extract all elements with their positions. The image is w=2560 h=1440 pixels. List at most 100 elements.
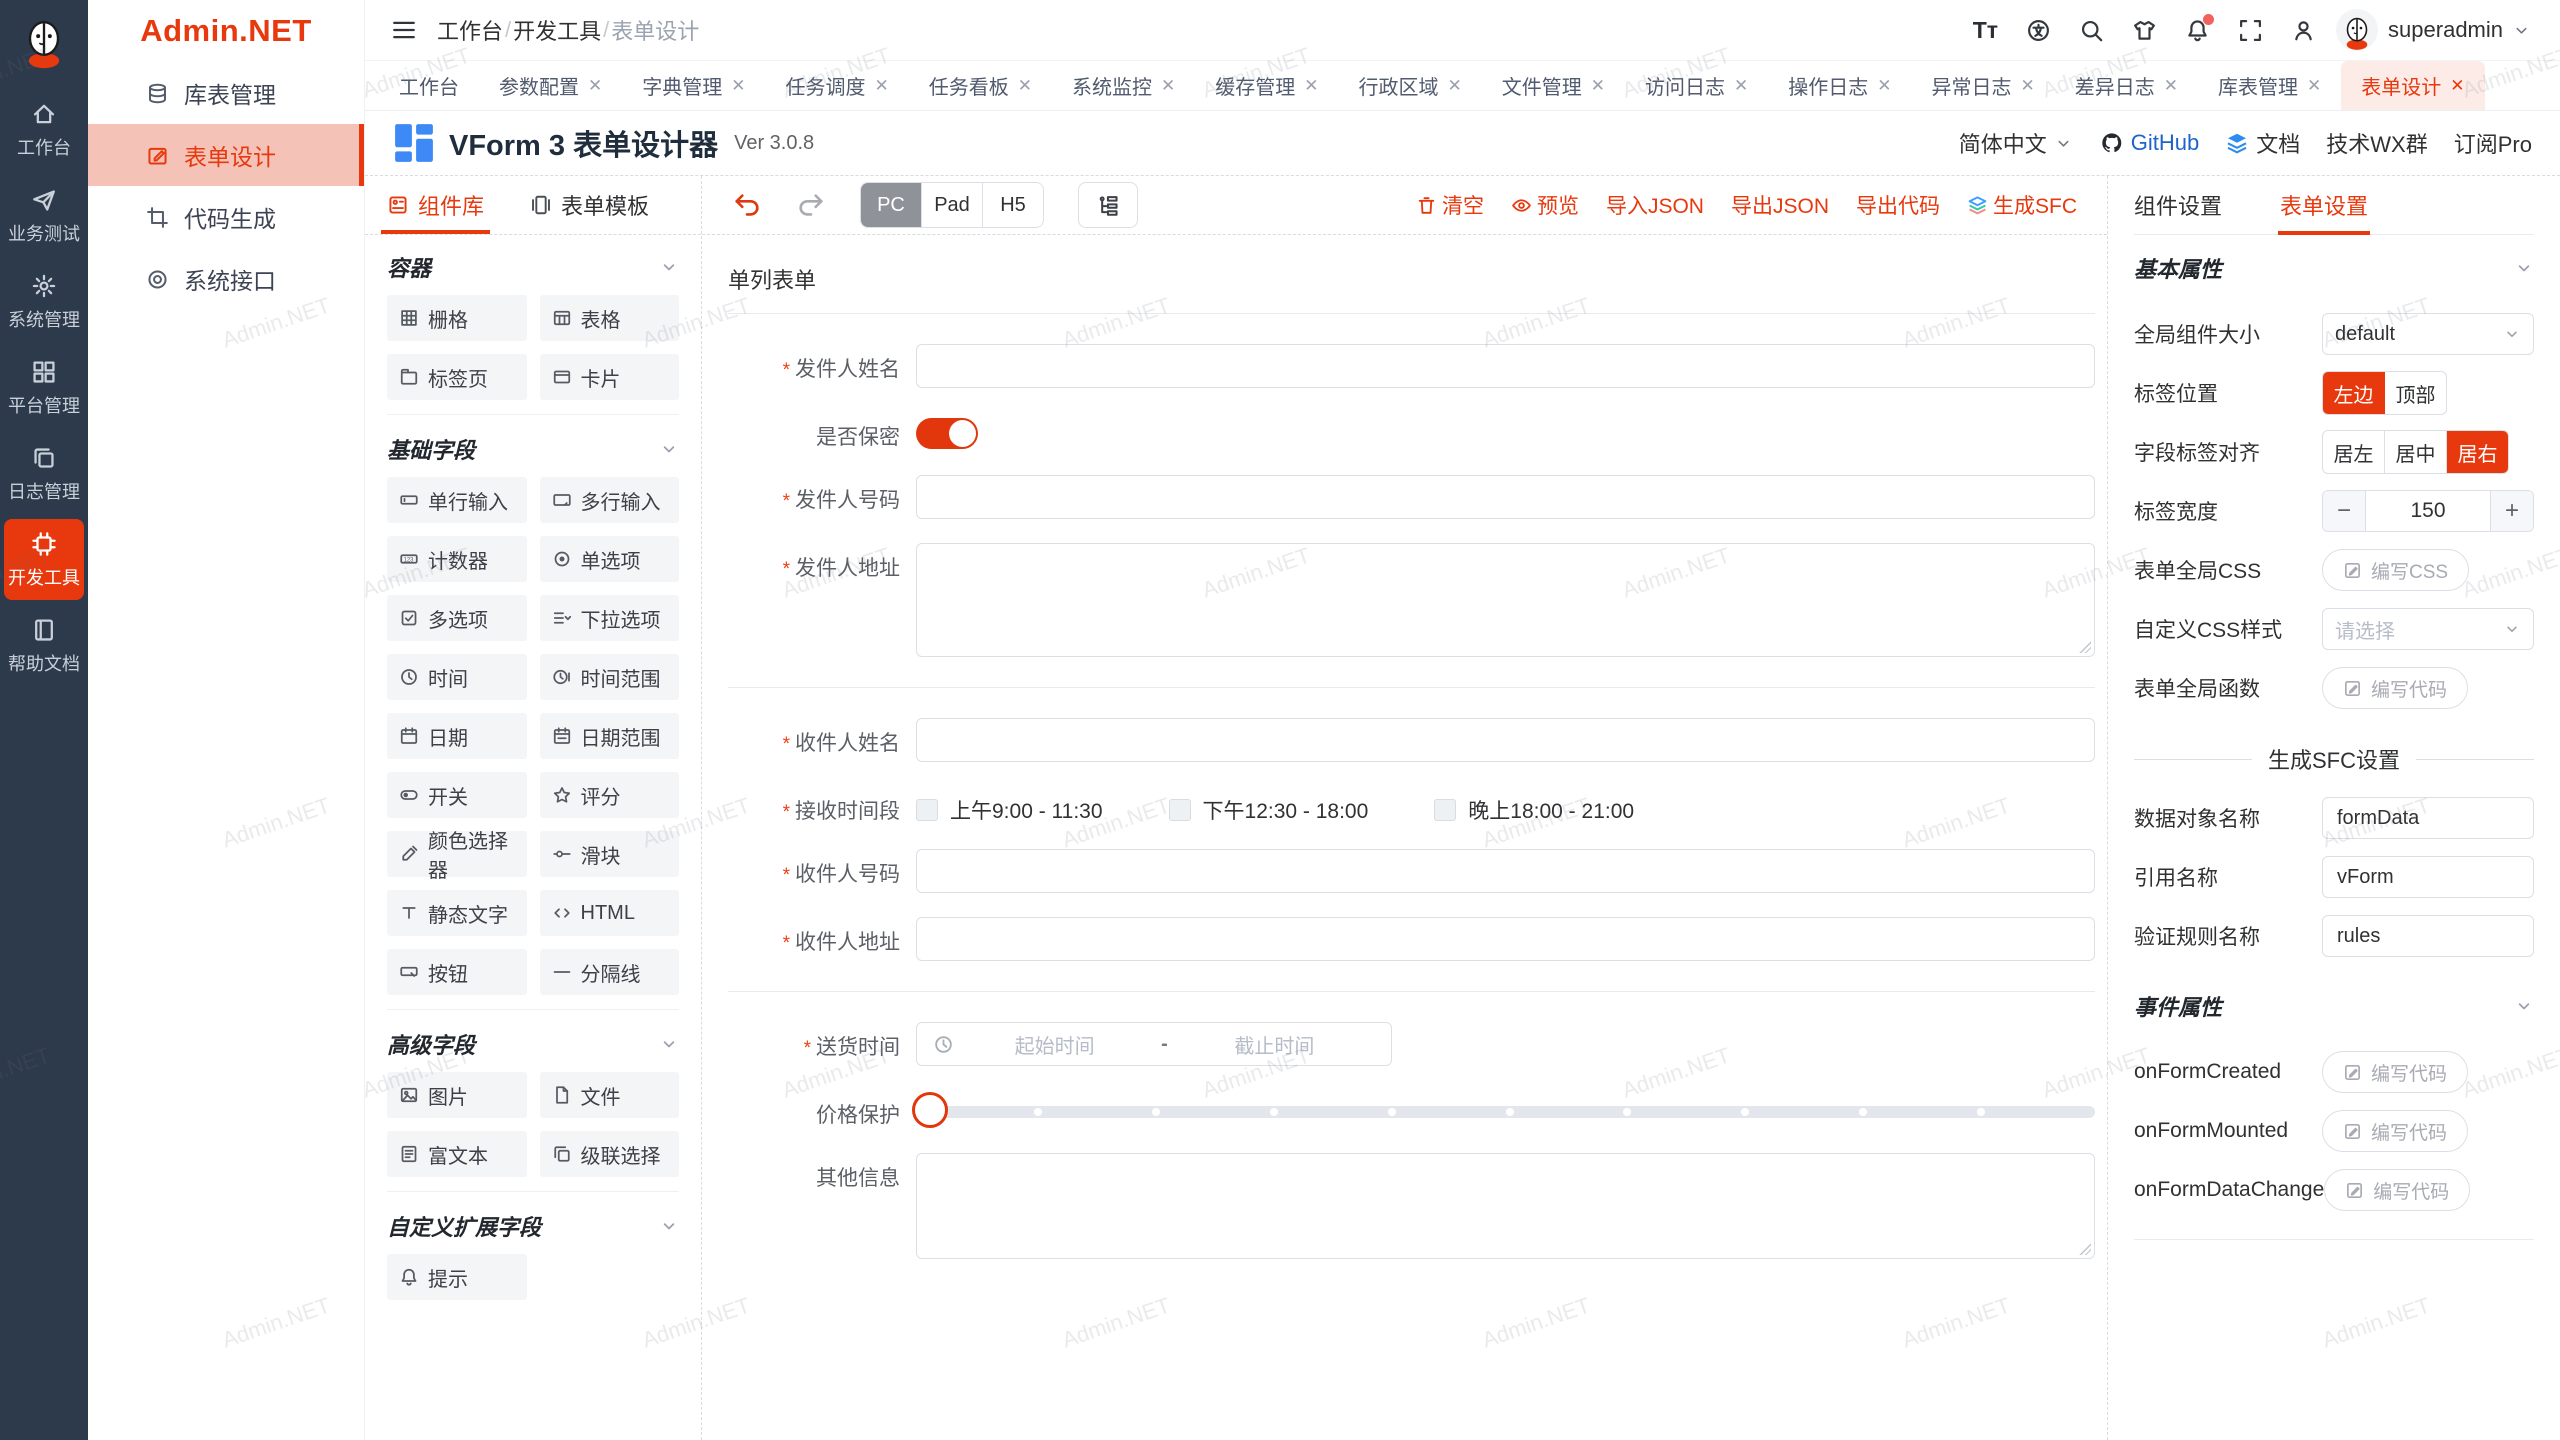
close-icon[interactable]: ✕ bbox=[1448, 77, 1462, 94]
breadcrumb-item[interactable]: 开发工具 bbox=[513, 14, 601, 46]
close-icon[interactable]: ✕ bbox=[2450, 77, 2464, 94]
close-icon[interactable]: ✕ bbox=[1161, 77, 1175, 94]
widget-开关[interactable]: 开关 bbox=[387, 772, 527, 818]
widget-滑块[interactable]: 滑块 bbox=[540, 831, 680, 877]
widget-时间范围[interactable]: 时间范围 bbox=[540, 654, 680, 700]
page-tab-库表管理[interactable]: 库表管理✕ bbox=[2198, 61, 2341, 110]
theme-icon[interactable] bbox=[2132, 18, 2157, 43]
rail-item-平台管理[interactable]: 平台管理 bbox=[4, 347, 84, 428]
close-icon[interactable]: ✕ bbox=[1591, 77, 1605, 94]
device-Pad[interactable]: Pad bbox=[922, 183, 983, 227]
page-tab-参数配置[interactable]: 参数配置✕ bbox=[479, 61, 622, 110]
rail-item-开发工具[interactable]: 开发工具 bbox=[4, 519, 84, 600]
textarea-input[interactable] bbox=[916, 543, 2095, 657]
segment-居中[interactable]: 居中 bbox=[2385, 431, 2447, 473]
menu-collapse-icon[interactable] bbox=[391, 17, 417, 43]
action-生成SFC[interactable]: 生成SFC bbox=[1967, 190, 2077, 220]
widget-级联选择[interactable]: 级联选择 bbox=[540, 1131, 680, 1177]
device-H5[interactable]: H5 bbox=[983, 183, 1043, 227]
decrease-button[interactable]: − bbox=[2323, 491, 2366, 531]
checkbox-box[interactable] bbox=[1434, 799, 1456, 821]
rail-item-业务测试[interactable]: 业务测试 bbox=[4, 175, 84, 256]
widget-分隔线[interactable]: 分隔线 bbox=[540, 949, 680, 995]
text-input[interactable] bbox=[916, 344, 2095, 388]
edit-code-button[interactable]: 编写代码 bbox=[2322, 667, 2468, 709]
segment-居右[interactable]: 居右 bbox=[2447, 431, 2508, 473]
widget-section-header[interactable]: 高级字段 bbox=[387, 1016, 679, 1072]
close-icon[interactable]: ✕ bbox=[1877, 77, 1891, 94]
link-技术WX群[interactable]: 技术WX群 bbox=[2326, 127, 2427, 159]
text-input[interactable]: formData bbox=[2322, 797, 2534, 839]
fullscreen-icon[interactable] bbox=[2238, 18, 2263, 43]
notifications-button[interactable] bbox=[2185, 18, 2210, 43]
panel-tab-组件库[interactable]: 组件库 bbox=[387, 176, 484, 234]
profile-icon[interactable] bbox=[2291, 18, 2316, 43]
increase-button[interactable]: + bbox=[2490, 491, 2533, 531]
page-tab-行政区域[interactable]: 行政区域✕ bbox=[1339, 61, 1482, 110]
widget-标签页[interactable]: 标签页 bbox=[387, 354, 527, 400]
widget-日期[interactable]: 日期 bbox=[387, 713, 527, 759]
checkbox-option[interactable]: 晚上18:00 - 21:00 bbox=[1434, 795, 1634, 825]
close-icon[interactable]: ✕ bbox=[731, 77, 745, 94]
sidebar-item-表单设计[interactable]: 表单设计 bbox=[88, 124, 364, 186]
widget-卡片[interactable]: 卡片 bbox=[540, 354, 680, 400]
checkbox-option[interactable]: 上午9:00 - 11:30 bbox=[916, 795, 1103, 825]
edit-code-button[interactable]: 编写代码 bbox=[2324, 1169, 2470, 1211]
close-icon[interactable]: ✕ bbox=[875, 77, 889, 94]
rail-item-日志管理[interactable]: 日志管理 bbox=[4, 433, 84, 514]
widget-时间[interactable]: 时间 bbox=[387, 654, 527, 700]
widget-按钮[interactable]: 按钮 bbox=[387, 949, 527, 995]
sidebar-item-库表管理[interactable]: 库表管理 bbox=[88, 62, 364, 124]
segment-顶部[interactable]: 顶部 bbox=[2385, 372, 2446, 414]
undo-icon[interactable] bbox=[732, 190, 762, 220]
checkbox-box[interactable] bbox=[1169, 799, 1191, 821]
rail-item-帮助文档[interactable]: 帮助文档 bbox=[4, 605, 84, 686]
close-icon[interactable]: ✕ bbox=[588, 77, 602, 94]
close-icon[interactable]: ✕ bbox=[1734, 77, 1748, 94]
widget-多行输入[interactable]: 多行输入 bbox=[540, 477, 680, 523]
page-tab-差异日志[interactable]: 差异日志✕ bbox=[2055, 61, 2198, 110]
widget-单行输入[interactable]: 单行输入 bbox=[387, 477, 527, 523]
page-tab-任务调度[interactable]: 任务调度✕ bbox=[766, 61, 909, 110]
sidebar-item-系统接口[interactable]: 系统接口 bbox=[88, 248, 364, 310]
close-icon[interactable]: ✕ bbox=[2307, 77, 2321, 94]
widget-图片[interactable]: 图片 bbox=[387, 1072, 527, 1118]
close-icon[interactable]: ✕ bbox=[1018, 77, 1032, 94]
node-tree-button[interactable] bbox=[1078, 182, 1138, 228]
link-GitHub[interactable]: GitHub bbox=[2100, 130, 2199, 156]
search-icon[interactable] bbox=[2079, 18, 2104, 43]
page-tab-异常日志[interactable]: 异常日志✕ bbox=[1912, 61, 2055, 110]
settings-tab-表单设置[interactable]: 表单设置 bbox=[2280, 176, 2368, 234]
widget-日期范围[interactable]: 日期范围 bbox=[540, 713, 680, 759]
text-input[interactable] bbox=[916, 917, 2095, 961]
section-basic-props[interactable]: 基本属性 bbox=[2134, 239, 2534, 297]
resize-grip[interactable] bbox=[2078, 1242, 2091, 1255]
widget-富文本[interactable]: 富文本 bbox=[387, 1131, 527, 1177]
widget-单选项[interactable]: 单选项 bbox=[540, 536, 680, 582]
resize-grip[interactable] bbox=[2078, 640, 2091, 653]
widget-静态文字[interactable]: 静态文字 bbox=[387, 890, 527, 936]
checkbox-box[interactable] bbox=[916, 799, 938, 821]
widget-计数器[interactable]: 123计数器 bbox=[387, 536, 527, 582]
edit-code-button[interactable]: 编写代码 bbox=[2322, 1051, 2468, 1093]
widget-提示[interactable]: 提示 bbox=[387, 1254, 527, 1300]
widget-多选项[interactable]: 多选项 bbox=[387, 595, 527, 641]
widget-section-header[interactable]: 容器 bbox=[387, 239, 679, 295]
page-tab-系统监控[interactable]: 系统监控✕ bbox=[1052, 61, 1195, 110]
device-PC[interactable]: PC bbox=[861, 183, 922, 227]
rail-item-系统管理[interactable]: 系统管理 bbox=[4, 261, 84, 342]
text-input[interactable] bbox=[916, 475, 2095, 519]
edit-code-button[interactable]: 编写代码 bbox=[2322, 1110, 2468, 1152]
widget-评分[interactable]: 评分 bbox=[540, 772, 680, 818]
textarea-input[interactable] bbox=[916, 1153, 2095, 1259]
breadcrumb-item[interactable]: 工作台 bbox=[437, 14, 503, 46]
panel-tab-表单模板[interactable]: 表单模板 bbox=[530, 176, 649, 234]
select-input[interactable]: default bbox=[2322, 313, 2534, 355]
widget-section-header[interactable]: 基础字段 bbox=[387, 421, 679, 477]
action-导出JSON[interactable]: 导出JSON bbox=[1731, 190, 1829, 220]
switch-toggle[interactable] bbox=[916, 418, 978, 449]
widget-section-header[interactable]: 自定义扩展字段 bbox=[387, 1198, 679, 1254]
page-tab-工作台[interactable]: 工作台 bbox=[379, 61, 479, 110]
page-tab-缓存管理[interactable]: 缓存管理✕ bbox=[1195, 61, 1338, 110]
breadcrumb-item[interactable]: 表单设计 bbox=[611, 14, 699, 46]
